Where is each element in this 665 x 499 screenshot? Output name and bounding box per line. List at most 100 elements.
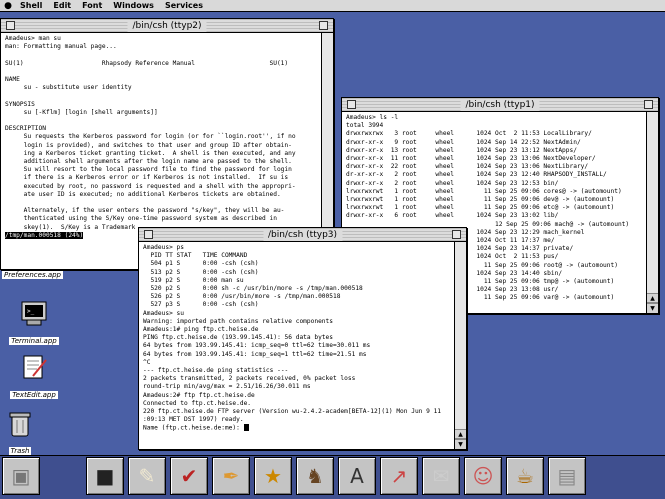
zoom-box-icon[interactable]	[452, 230, 461, 239]
terminal-line: 519 p2 S 0:00 man su	[143, 276, 244, 284]
scroll-up-arrow-icon[interactable]: ▲	[647, 293, 658, 303]
menu-font[interactable]: Font	[78, 1, 109, 10]
desktop-icon-terminal[interactable]: >_ Terminal.app	[4, 298, 64, 347]
scrollbar[interactable]: ▲ ▼	[454, 242, 466, 449]
window-titlebar[interactable]: /bin/csh (ttyp3)	[139, 228, 466, 242]
desktop-icon-label: Preferences.app	[2, 271, 64, 279]
cup-icon: ☕	[516, 464, 534, 488]
text-cursor	[243, 424, 249, 432]
terminal-line: drwxr-xr-x 11 root wheel 1024 Sep 23 13:…	[346, 155, 596, 163]
terminal-line: Warning: imported path contains relative…	[143, 317, 333, 325]
dock-tile[interactable]: ☺	[464, 457, 502, 495]
terminal-line: Amadeus:2# ftp ftp.ct.heise.de	[143, 391, 255, 399]
window-titlebar[interactable]: /bin/csh (ttyp2)	[1, 19, 333, 33]
terminal-line: 504 p1 S 0:00 -csh (csh)	[143, 260, 259, 268]
terminal-line: Amadeus> man su	[5, 35, 61, 42]
scroll-up-arrow-icon[interactable]: ▲	[455, 429, 466, 439]
desktop-icon-trash[interactable]: Trash	[0, 410, 50, 457]
dock-tile[interactable]: ↗	[380, 457, 418, 495]
checkmark-icon: ✔	[180, 464, 198, 488]
zoom-box-icon[interactable]	[644, 100, 653, 109]
terminal-line: lrwxrwxrwt 1 root wheel 11 Sep 25 09:06 …	[346, 196, 615, 204]
dock-tile[interactable]: ✎	[128, 457, 166, 495]
face-icon: ☺	[472, 464, 494, 488]
terminal-window-ttyp3[interactable]: /bin/csh (ttyp3) Amadeus> ps PID TT STAT…	[138, 227, 467, 450]
window-title: /bin/csh (ttyp2)	[127, 20, 207, 32]
dock-tile[interactable]: ▤	[548, 457, 586, 495]
terminal-line: round-trip min/avg/max = 2.51/16.26/30.0…	[143, 383, 311, 391]
textedit-icon: ✎	[138, 464, 156, 488]
window-title: /bin/csh (ttyp3)	[262, 229, 343, 241]
dock-tile[interactable]: ♞	[296, 457, 334, 495]
dock-tile[interactable]: ✉	[422, 457, 460, 495]
terminal-line: man: Formatting manual page...	[5, 43, 117, 51]
window-titlebar[interactable]: /bin/csh (ttyp1)	[342, 98, 658, 112]
scroll-down-arrow-icon[interactable]: ▼	[455, 439, 466, 449]
terminal-line: Amadeus> ps	[143, 244, 184, 251]
close-box-icon[interactable]	[347, 100, 356, 109]
terminal-line: ate user ID is executed; no additional K…	[5, 190, 281, 198]
terminal-line: SYNOPSIS	[5, 100, 35, 108]
text-icon: A	[350, 464, 364, 488]
zoom-box-icon[interactable]	[319, 21, 328, 30]
menu-bar: ● Shell Edit Font Windows Services	[0, 0, 665, 12]
terminal-line: Amadeus> ls -l	[346, 114, 399, 121]
terminal-icon: ■	[95, 464, 115, 488]
desktop-icon-label: TextEdit.app	[10, 391, 58, 399]
desktop-icon-textedit[interactable]: TextEdit.app	[4, 352, 64, 401]
dock-tile[interactable]: ★	[254, 457, 292, 495]
dock-tile[interactable]: ✒	[212, 457, 250, 495]
terminal-line: su - substitute user identity	[5, 84, 132, 92]
terminal-line: 64 bytes from 193.99.145.41: icmp_seq=1 …	[143, 350, 367, 358]
menu-windows[interactable]: Windows	[109, 1, 161, 10]
menu-edit[interactable]: Edit	[49, 1, 78, 10]
close-box-icon[interactable]	[6, 21, 15, 30]
terminal-line: drwxr-xr-x 2 root wheel 1024 Sep 23 12:5…	[346, 179, 559, 187]
dock-tile[interactable]: ☕	[506, 457, 544, 495]
terminal-line: su [-Kflm] [login [shell arguments]]	[5, 108, 158, 116]
menu-services[interactable]: Services	[161, 1, 210, 10]
window-title: /bin/csh (ttyp1)	[460, 99, 540, 111]
viewer-icon: ▣	[11, 464, 31, 488]
dock-tile[interactable]: ■	[86, 457, 124, 495]
terminal-line: total 3994	[346, 122, 384, 130]
desktop-icon-label: Trash	[8, 447, 32, 455]
terminal-line: dr-xr-xr-x 2 root wheel 1024 Sep 23 12:4…	[346, 171, 607, 179]
dock-tile[interactable]: ▣	[2, 457, 40, 495]
terminal-line: lrwxrwxrwt 1 root wheel 11 Sep 25 09:06 …	[346, 187, 622, 195]
scrollbar[interactable]: ▲ ▼	[646, 112, 658, 313]
menu-shell[interactable]: Shell	[16, 1, 49, 10]
terminal-line: executed by root, no password is request…	[5, 182, 296, 190]
rocket-icon: ↗	[390, 464, 408, 488]
terminal-output[interactable]: Amadeus> ps PID TT STAT TIME COMMAND 504…	[139, 242, 454, 449]
terminal-line: drwxr-xr-x 13 root wheel 1024 Sep 23 13:…	[346, 146, 577, 154]
terminal-line: PID TT STAT TIME COMMAND	[143, 252, 248, 260]
terminal-line: PING ftp.ct.heise.de (193.99.145.41): 56…	[143, 334, 333, 342]
terminal-line: Amadeus:1# ping ftp.ct.heise.de	[143, 326, 259, 334]
close-box-icon[interactable]	[144, 230, 153, 239]
chess-icon: ♞	[306, 464, 324, 488]
terminal-icon: >_	[19, 298, 49, 328]
terminal-line: ^C	[143, 358, 151, 366]
dock-tile[interactable]: ✔	[170, 457, 208, 495]
terminal-line: :09:13 MET DST 1997) ready.	[143, 416, 244, 424]
terminal-line: drwxr-xr-x 6 root wheel 1024 Sep 23 13:0…	[346, 212, 559, 220]
textedit-icon	[19, 352, 49, 382]
terminal-line: thenticated using the S/Key one-time pas…	[5, 215, 277, 223]
apple-menu-icon[interactable]: ●	[0, 1, 16, 11]
terminal-line: Amadeus> su	[143, 309, 184, 317]
pager-status: /tmp/man.000518 (24%)	[5, 231, 84, 239]
dock-tile[interactable]: A	[338, 457, 376, 495]
terminal-line: 513 p2 S 0:00 -csh (csh)	[143, 268, 259, 276]
terminal-line: additional shell arguments after the log…	[5, 158, 292, 166]
terminal-line: Su requests the Kerberos password for lo…	[5, 133, 296, 141]
scroll-down-arrow-icon[interactable]: ▼	[647, 303, 658, 313]
terminal-line: Su will resort to the local password fil…	[5, 166, 292, 174]
pen-icon: ✒	[222, 464, 240, 488]
desktop-icon-label: Terminal.app	[9, 337, 59, 345]
terminal-line: login is provided), and switches to that…	[5, 141, 292, 149]
